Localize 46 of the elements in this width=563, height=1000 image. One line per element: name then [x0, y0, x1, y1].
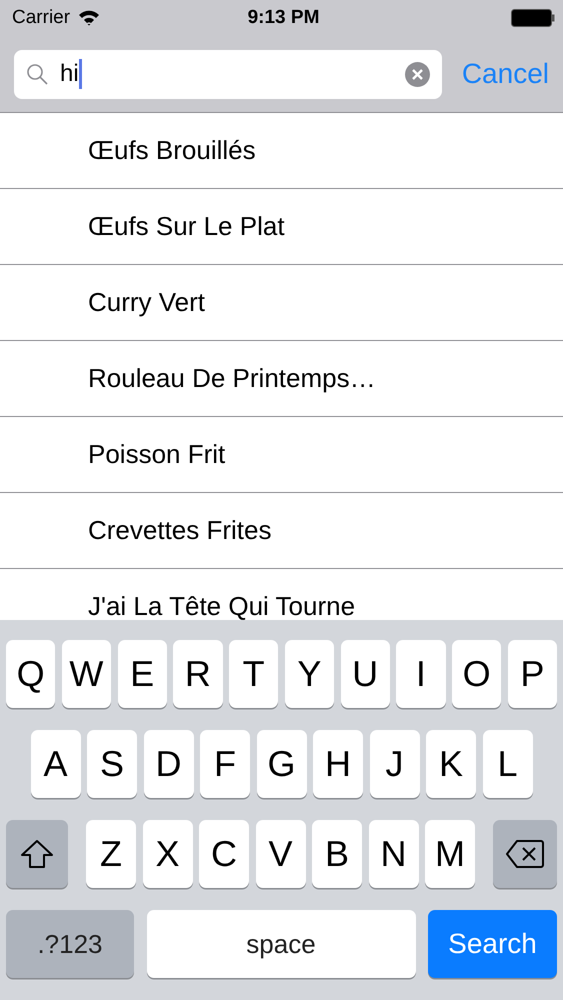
letter-key[interactable]: E	[118, 640, 167, 708]
letter-key[interactable]: N	[368, 820, 418, 888]
battery-icon	[511, 9, 555, 27]
letter-key[interactable]: Z	[86, 820, 136, 888]
shift-icon	[20, 839, 54, 869]
search-field[interactable]: hi	[14, 50, 442, 98]
letter-key[interactable]: B	[312, 820, 362, 888]
letter-key[interactable]: U	[340, 640, 390, 708]
search-key[interactable]: Search	[428, 910, 557, 978]
letter-key[interactable]: D	[144, 730, 194, 798]
letter-key[interactable]: O	[452, 640, 502, 708]
wifi-icon	[78, 10, 100, 26]
letter-key[interactable]: G	[256, 730, 306, 798]
delete-key[interactable]	[493, 820, 557, 888]
shift-key[interactable]	[6, 820, 68, 888]
letter-key[interactable]: I	[396, 640, 446, 708]
letter-key[interactable]: L	[482, 730, 532, 798]
result-item[interactable]: Curry Vert	[0, 265, 563, 341]
numbers-key[interactable]: .?123	[6, 910, 134, 978]
letter-key[interactable]: A	[30, 730, 80, 798]
letter-key[interactable]: Q	[6, 640, 56, 708]
result-item[interactable]: Rouleau De Printemps…	[0, 341, 563, 417]
letter-key[interactable]: S	[87, 730, 137, 798]
backspace-icon	[505, 839, 545, 869]
space-key[interactable]: space	[146, 910, 416, 978]
letter-key[interactable]: P	[508, 640, 557, 708]
letter-key[interactable]: R	[173, 640, 222, 708]
letter-key[interactable]: V	[256, 820, 306, 888]
letter-key[interactable]: H	[313, 730, 363, 798]
letter-key[interactable]: C	[199, 820, 249, 888]
letter-key[interactable]: F	[200, 730, 250, 798]
letter-key[interactable]: K	[426, 730, 476, 798]
letter-key[interactable]: X	[142, 820, 192, 888]
result-item[interactable]: Poisson Frit	[0, 417, 563, 493]
result-item[interactable]: Crevettes Frites	[0, 493, 563, 569]
clear-icon[interactable]	[404, 62, 430, 86]
result-item[interactable]: Œufs Brouillés	[0, 113, 563, 189]
clock-time: 9:13 PM	[248, 7, 320, 29]
result-item[interactable]: Œufs Sur Le Plat	[0, 189, 563, 265]
letter-key[interactable]: Y	[284, 640, 334, 708]
letter-key[interactable]: T	[229, 640, 278, 708]
carrier-name: Carrier	[12, 7, 70, 29]
letter-key[interactable]: J	[370, 730, 420, 798]
search-icon	[26, 63, 48, 85]
letter-key[interactable]: W	[62, 640, 111, 708]
letter-key[interactable]: M	[425, 820, 475, 888]
